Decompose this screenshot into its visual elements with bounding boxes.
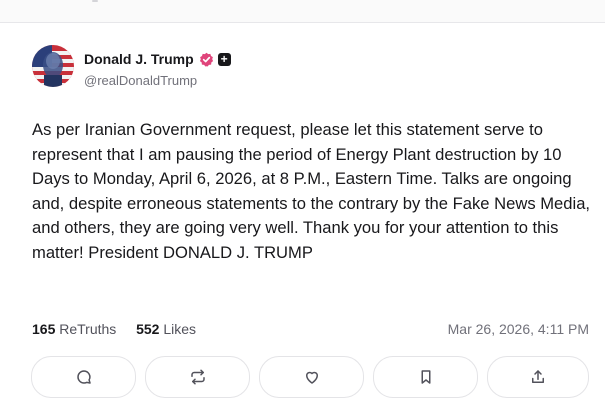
retruths-label[interactable]: ReTruths [59,321,116,337]
previous-post-edge [0,0,605,23]
retruths-count[interactable]: 165 [32,321,55,337]
reply-button[interactable] [31,356,136,398]
author-display-name[interactable]: Donald J. Trump [84,51,194,67]
author-name-row: Donald J. Trump + [84,51,231,67]
plus-badge-icon: + [217,52,231,66]
share-button[interactable] [487,356,589,398]
author-handle[interactable]: @realDonaldTrump [84,73,197,88]
share-icon [532,370,544,383]
like-button[interactable] [259,356,364,398]
likes-label[interactable]: Likes [163,321,196,337]
likes-count[interactable]: 552 [136,321,159,337]
comment-icon [76,370,91,384]
heart-icon [305,371,318,384]
retruth-button[interactable] [145,356,250,398]
bookmark-icon [421,370,430,384]
avatar-image [32,45,74,87]
repost-icon [190,369,205,385]
previous-post-fragment [92,0,98,2]
post-stats: 165 ReTruths 552 Likes [32,321,196,337]
truth-post: Donald J. Trump + @realDonaldTrump As pe… [0,23,605,419]
post-timestamp[interactable]: Mar 26, 2026, 4:11 PM [448,321,589,337]
verified-badge-icon [199,52,213,66]
bookmark-button[interactable] [373,356,478,398]
avatar[interactable] [32,45,74,87]
action-bar [31,356,589,398]
post-text: As per Iranian Government request, pleas… [32,120,591,262]
